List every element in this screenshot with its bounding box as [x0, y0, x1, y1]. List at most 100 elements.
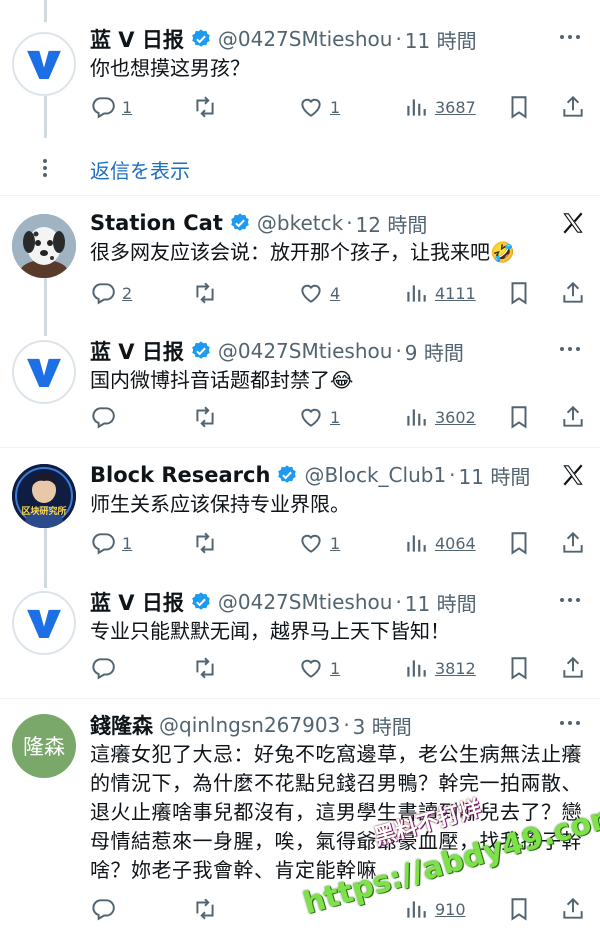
tweet-text: 国内微博抖音话题都封禁了😂	[90, 368, 354, 392]
bookmark-button[interactable]	[506, 528, 532, 558]
tweet[interactable]: 蓝 V 日报 @0427SMtieshou · 9 時間 国内微博抖音话题都封禁…	[0, 336, 600, 446]
avatar-initials: 隆森	[23, 735, 65, 759]
views-icon	[407, 901, 426, 918]
reply-button[interactable]: 2	[90, 278, 132, 308]
blue-v-avatar[interactable]	[12, 340, 76, 404]
verified-badge-icon	[231, 213, 249, 231]
reply-button[interactable]	[90, 402, 116, 432]
timestamp[interactable]: 9 時間	[405, 337, 464, 366]
action-bar: 1 1 4064	[90, 528, 590, 558]
views-icon	[407, 285, 426, 302]
retweet-button[interactable]	[192, 653, 218, 683]
more-options-icon[interactable]	[558, 595, 582, 605]
reply-button[interactable]	[90, 894, 116, 924]
handle[interactable]: @0427SMtieshou	[218, 339, 393, 363]
retweet-button[interactable]	[192, 402, 218, 432]
timestamp[interactable]: 11 時間	[405, 588, 477, 617]
tweet[interactable]: 隆森 錢隆森 @qinlngsn267903 · 3 時間 這癢女犯了大忌：好兔…	[0, 710, 600, 938]
like-button[interactable]: 1	[298, 653, 340, 683]
blue-v-avatar[interactable]	[12, 591, 76, 655]
like-button[interactable]: 1	[298, 92, 340, 122]
x-logo-icon	[563, 212, 583, 234]
action-bar: 910	[90, 894, 590, 924]
share-button[interactable]	[560, 402, 586, 432]
text-avatar[interactable]: 隆森	[12, 714, 76, 778]
heart-icon	[301, 98, 321, 117]
dalmatian-avatar[interactable]	[12, 214, 76, 278]
bookmark-button[interactable]	[506, 278, 532, 308]
reply-button[interactable]: 1	[90, 92, 132, 122]
views-button[interactable]: 4064	[403, 528, 476, 558]
tweet[interactable]: Station Cat @bketck · 12 時間 很多网友应该会说：放开那…	[0, 208, 600, 318]
share-button[interactable]	[560, 653, 586, 683]
like-button[interactable]: 4	[298, 278, 340, 308]
share-icon	[563, 897, 583, 919]
tweet[interactable]: 蓝 V 日报 @0427SMtieshou · 11 時間 你也想摸这男孩？ 1…	[0, 24, 600, 134]
more-options-icon[interactable]	[558, 344, 582, 354]
bookmark-button[interactable]	[506, 653, 532, 683]
action-bar: 1 3602	[90, 402, 590, 432]
handle[interactable]: @0427SMtieshou	[218, 27, 393, 51]
like-button[interactable]: 1	[298, 402, 340, 432]
reply-icon	[92, 658, 115, 680]
retweet-icon	[196, 96, 214, 118]
views-button[interactable]: 4111	[403, 278, 476, 308]
views-icon	[407, 409, 426, 426]
display-name[interactable]: 蓝 V 日报	[90, 24, 184, 54]
retweet-icon	[196, 282, 214, 304]
retweet-button[interactable]	[192, 528, 218, 558]
display-name[interactable]: Station Cat	[90, 211, 223, 235]
display-name[interactable]: Block Research	[90, 463, 270, 487]
views-icon	[407, 99, 426, 116]
like-count: 1	[330, 533, 341, 553]
divider	[0, 698, 600, 699]
show-replies-link[interactable]: 返信を表示	[90, 155, 190, 184]
handle[interactable]: @bketck	[257, 211, 343, 235]
more-options-icon[interactable]	[558, 32, 582, 42]
view-count: 3602	[435, 407, 476, 427]
retweet-button[interactable]	[192, 92, 218, 122]
tweet[interactable]: 区块研究所 Block Research @Block_Club1 · 11 時…	[0, 460, 600, 570]
handle[interactable]: @0427SMtieshou	[218, 590, 393, 614]
display-name[interactable]: 蓝 V 日报	[90, 587, 184, 617]
bookmark-button[interactable]	[506, 92, 532, 122]
share-button[interactable]	[560, 528, 586, 558]
retweet-button[interactable]	[192, 894, 218, 924]
retweet-icon	[196, 406, 214, 428]
timestamp[interactable]: 11 時間	[405, 25, 477, 54]
like-button[interactable]: 1	[298, 528, 340, 558]
reply-icon	[92, 407, 115, 429]
retweet-button[interactable]	[192, 278, 218, 308]
block-research-avatar[interactable]: 区块研究所	[12, 464, 76, 528]
display-name[interactable]: 蓝 V 日报	[90, 336, 184, 366]
bookmark-button[interactable]	[506, 402, 532, 432]
action-bar: 1 1 3687	[90, 92, 590, 122]
blue-v-avatar[interactable]	[12, 32, 76, 96]
views-button[interactable]: 3812	[403, 653, 476, 683]
handle[interactable]: @Block_Club1	[304, 463, 446, 487]
bookmark-button[interactable]	[506, 894, 532, 924]
reply-icon	[92, 899, 115, 921]
verified-badge-icon	[192, 592, 210, 610]
tweet-text: 专业只能默默无闻，越界马上天下皆知！	[90, 619, 450, 643]
bookmark-icon	[511, 406, 527, 429]
timestamp[interactable]: 3 時間	[353, 711, 412, 740]
share-button[interactable]	[560, 894, 586, 924]
verified-badge-icon	[278, 465, 297, 483]
share-button[interactable]	[560, 92, 586, 122]
share-button[interactable]	[560, 278, 586, 308]
display-name[interactable]: 錢隆森	[90, 710, 153, 740]
timestamp[interactable]: 11 時間	[459, 461, 531, 490]
views-button[interactable]: 3687	[403, 92, 476, 122]
more-options-icon[interactable]	[558, 718, 582, 728]
reply-button[interactable]	[90, 653, 116, 683]
timestamp[interactable]: 12 時間	[356, 209, 428, 238]
tweet[interactable]: 蓝 V 日报 @0427SMtieshou · 11 時間 专业只能默默无闻，越…	[0, 587, 600, 697]
reply-button[interactable]: 1	[90, 528, 132, 558]
divider	[0, 195, 600, 196]
views-button[interactable]: 3602	[403, 402, 476, 432]
view-count: 4064	[435, 533, 476, 553]
handle[interactable]: @qinlngsn267903	[159, 713, 340, 737]
views-button[interactable]: 910	[403, 894, 466, 924]
bookmark-icon	[511, 657, 527, 680]
